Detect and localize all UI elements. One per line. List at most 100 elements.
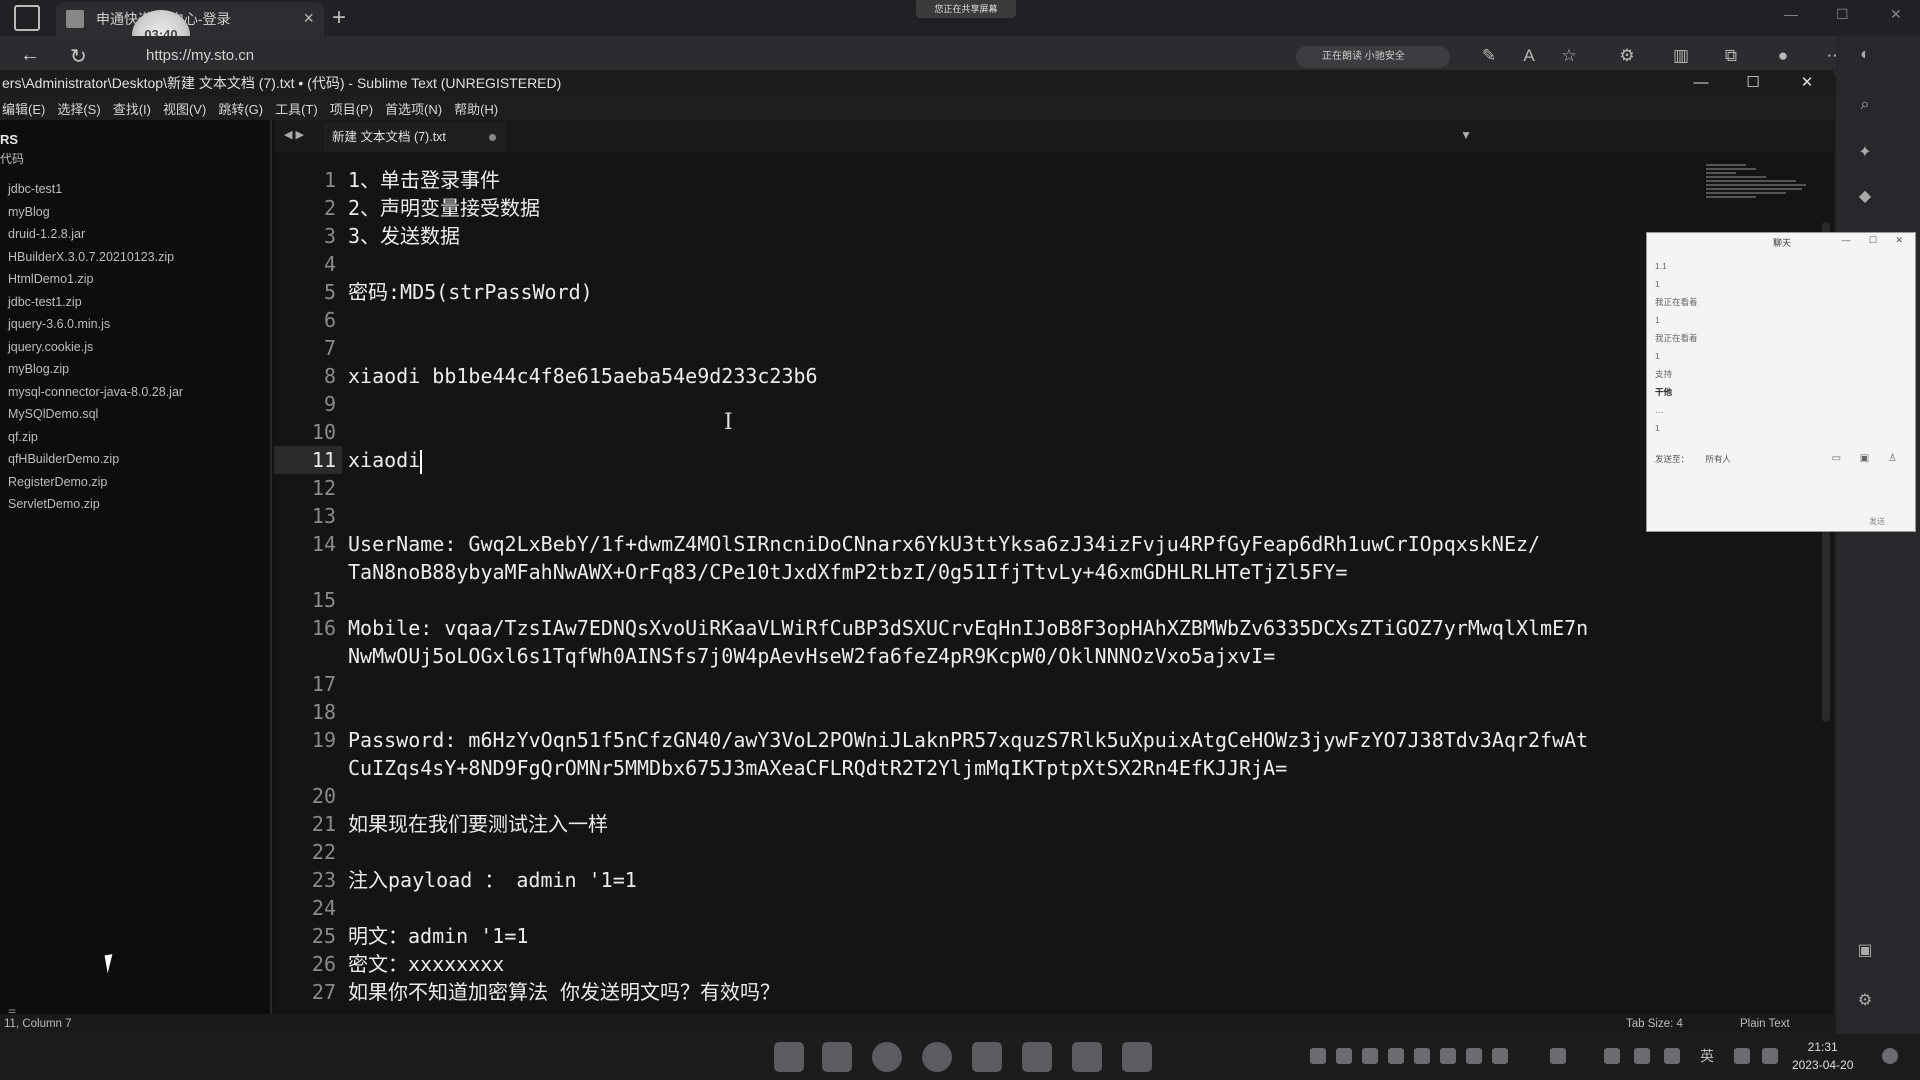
sidebar-file-item[interactable]: qfHBuilderDemo.zip	[8, 448, 183, 471]
sidebar-file-item[interactable]: MySQlDemo.sql	[8, 403, 183, 426]
pen-icon[interactable]: ✎	[1478, 46, 1500, 66]
grid-icon[interactable]	[1604, 1048, 1620, 1064]
shopping-icon[interactable]: ◆	[1854, 186, 1876, 208]
chat-message: 我正在看着	[1655, 297, 1698, 307]
sidebar-folder[interactable]: 代码	[0, 150, 24, 167]
chat-tool-icons[interactable]: ▭ ▣ ♙	[1832, 453, 1905, 464]
shield-icon[interactable]	[1388, 1048, 1404, 1064]
input-language-indicator[interactable]: 英	[1700, 1046, 1714, 1066]
current-line-text: xiaodi	[348, 448, 421, 472]
minimize-browser-icon[interactable]: —	[1784, 6, 1798, 22]
sidebar-file-item[interactable]: jquery.cookie.js	[8, 336, 183, 359]
menu-selection[interactable]: 选择(S)	[57, 99, 100, 118]
file-explorer-icon[interactable]	[822, 1042, 852, 1072]
code-editor[interactable]: 1 2 3 4 5 6 7 8 9 10 11 12 13 14 15 16 1…	[274, 152, 1834, 1014]
tab-scroll-arrows-icon[interactable]: ◀ ▶	[284, 128, 304, 141]
visual-studio-icon[interactable]	[1072, 1042, 1102, 1072]
close-tab-icon[interactable]: ×	[303, 8, 314, 29]
chrome-icon[interactable]	[922, 1042, 952, 1072]
code-line: 明文：admin '1=1	[348, 924, 529, 948]
sidebar-file-item[interactable]: HtmlDemo1.zip	[8, 268, 183, 291]
back-arrow-icon[interactable]: ←	[20, 44, 40, 67]
split-screen-icon[interactable]: ▥	[1670, 46, 1692, 66]
menu-view[interactable]: 视图(V)	[163, 99, 206, 118]
screen-share-indicator[interactable]: 您正在共享屏幕	[916, 0, 1016, 18]
code-line: xiaodi bb1be44c4f8e615aeba54e9d233c23b6	[348, 364, 818, 388]
tab-actions-icon[interactable]	[14, 5, 40, 31]
tools-icon[interactable]: ✦	[1854, 142, 1876, 164]
code-line-current: xiaodi	[348, 446, 1768, 474]
sidebar-file-item[interactable]: qf.zip	[8, 426, 183, 449]
tab-list-dropdown-icon[interactable]: ▼	[1460, 128, 1472, 142]
browser-tab[interactable]: 申通快递… 中心-登录 ×	[56, 2, 324, 36]
cursor-position: 11, Column 7	[4, 1018, 72, 1030]
tray-icon[interactable]	[1492, 1048, 1508, 1064]
new-tab-button[interactable]: +	[332, 4, 346, 32]
close-window-icon[interactable]: ✕	[1782, 70, 1832, 96]
search-icon[interactable]: ⌕	[1854, 96, 1876, 118]
tray-icon[interactable]	[1466, 1048, 1482, 1064]
tray-icon[interactable]	[1362, 1048, 1378, 1064]
microphone-icon[interactable]	[1664, 1048, 1680, 1064]
menu-help[interactable]: 帮助(H)	[454, 99, 498, 118]
tray-icon[interactable]	[1414, 1048, 1430, 1064]
code-line: 2、声明变量接受数据	[348, 196, 541, 220]
start-menu-icon[interactable]	[774, 1042, 804, 1072]
sidebar-file-item[interactable]: jquery-3.6.0.min.js	[8, 313, 183, 336]
sidebar-file-item[interactable]: RegisterDemo.zip	[8, 471, 183, 494]
editor-tab[interactable]: 新建 文本文档 (7).txt	[324, 122, 506, 152]
battery-icon[interactable]	[1634, 1048, 1650, 1064]
refresh-icon[interactable]: ↻	[70, 44, 87, 69]
sidebar-toggle-icon[interactable]: ▣	[1854, 940, 1876, 962]
unsaved-dot-icon[interactable]	[489, 134, 496, 141]
sublime-window: ers\Administrator\Desktop\新建 文本文档 (7).tx…	[0, 70, 1834, 1034]
line-number: 9	[323, 392, 336, 416]
minimize-window-icon[interactable]: —	[1676, 70, 1726, 96]
maximize-window-icon[interactable]: ☐	[1728, 70, 1778, 96]
sublime-text-icon[interactable]	[1122, 1042, 1152, 1072]
menu-tools[interactable]: 工具(T)	[275, 99, 318, 118]
app-icon[interactable]	[972, 1042, 1002, 1072]
sidebar-file-item[interactable]: myBlog	[8, 201, 183, 224]
read-aloud-icon[interactable]: A	[1518, 46, 1540, 66]
sidebar-file-item[interactable]: ServletDemo.zip	[8, 493, 183, 516]
tab-size-indicator[interactable]: Tab Size: 4	[1626, 1014, 1683, 1034]
notification-icon[interactable]	[1882, 1048, 1898, 1064]
network-icon[interactable]	[1734, 1048, 1750, 1064]
tray-icon[interactable]	[1550, 1048, 1566, 1064]
sidebar-file-item[interactable]: HBuilderX.3.0.7.20210123.zip	[8, 246, 183, 269]
menu-preferences[interactable]: 首选项(N)	[385, 99, 442, 118]
sidebar-file-item[interactable]: druid-1.2.8.jar	[8, 223, 183, 246]
chat-window-controls-icon[interactable]: — ☐ ✕	[1841, 235, 1911, 246]
code-line: 密文：xxxxxxxx	[348, 952, 505, 976]
favorite-star-icon[interactable]: ☆	[1558, 46, 1580, 66]
menu-goto[interactable]: 跳转(G)	[218, 99, 263, 118]
minimap[interactable]	[1706, 164, 1816, 224]
close-browser-icon[interactable]: ✕	[1890, 6, 1902, 23]
terminal-icon[interactable]	[1022, 1042, 1052, 1072]
menu-find[interactable]: 查找(I)	[113, 99, 151, 118]
address-bar[interactable]: https://my.sto.cn	[132, 42, 1262, 70]
syntax-indicator[interactable]: Plain Text	[1740, 1014, 1790, 1034]
tray-icon[interactable]	[1440, 1048, 1456, 1064]
read-aloud-indicator[interactable]: 正在朗读 小驰安全	[1296, 46, 1450, 68]
edge-browser-icon[interactable]	[872, 1042, 902, 1072]
menu-edit[interactable]: 编辑(E)	[2, 99, 45, 118]
sidebar-file-item[interactable]: mysql-connector-java-8.0.28.jar	[8, 381, 183, 404]
profile-icon[interactable]: ●	[1772, 46, 1794, 66]
maximize-browser-icon[interactable]: ☐	[1836, 6, 1849, 23]
extensions-icon[interactable]: ⚙	[1616, 46, 1638, 66]
volume-icon[interactable]	[1762, 1048, 1778, 1064]
settings-gear-icon[interactable]: ⚙	[1854, 990, 1876, 1012]
tray-icon[interactable]	[1310, 1048, 1326, 1064]
chat-send-button[interactable]: 发送	[1869, 516, 1885, 527]
collections-icon[interactable]: ⧉	[1720, 46, 1742, 66]
tray-icon[interactable]	[1336, 1048, 1352, 1064]
menu-project[interactable]: 项目(P)	[330, 99, 373, 118]
taskbar-clock[interactable]: 21:31 2023-04-20	[1792, 1038, 1853, 1074]
sidebar-file-item[interactable]: jdbc-test1	[8, 178, 183, 201]
copilot-icon[interactable]: ◐	[1854, 46, 1876, 68]
sidebar-file-item[interactable]: jdbc-test1.zip	[8, 291, 183, 314]
sidebar-file-item[interactable]: myBlog.zip	[8, 358, 183, 381]
send-to-dropdown[interactable]: 所有人	[1705, 454, 1731, 464]
